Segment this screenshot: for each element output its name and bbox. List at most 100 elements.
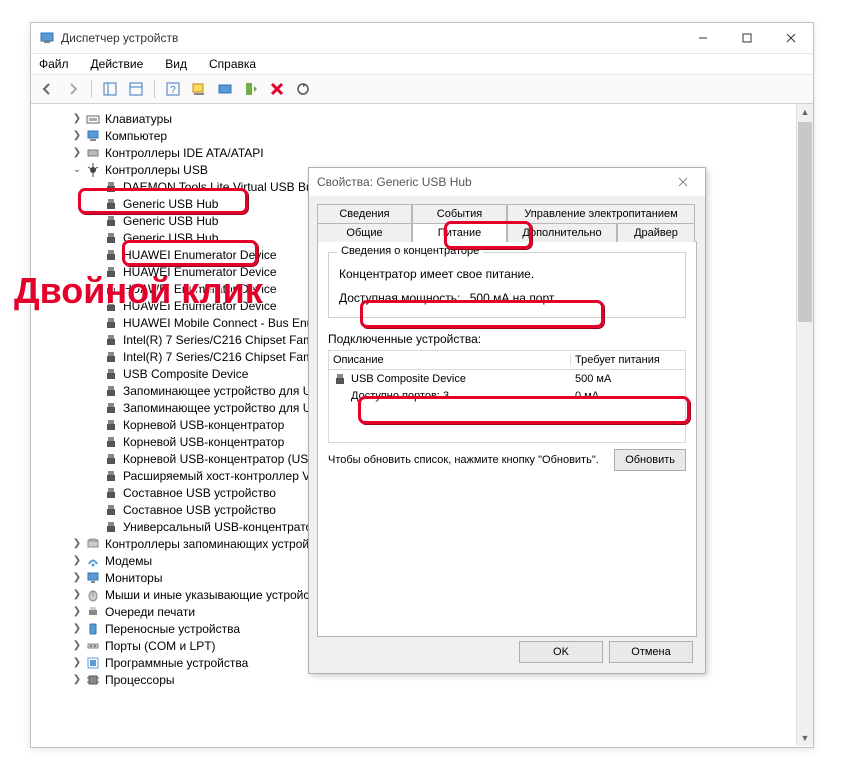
storage-icon xyxy=(85,536,101,552)
tree-node-label: Контроллеры IDE ATA/ATAPI xyxy=(103,146,266,160)
tree-node-label: Generic USB Hub xyxy=(121,231,220,245)
tree-node-label: Корневой USB-концентратор xyxy=(121,418,286,432)
usb-icon xyxy=(103,315,119,331)
app-icon xyxy=(39,30,55,46)
tree-twisty-icon[interactable]: ❯ xyxy=(71,606,83,617)
monitor-icon xyxy=(85,570,101,586)
usb-icon xyxy=(103,519,119,535)
device-list-row[interactable]: Доступно портов: 30 мА xyxy=(329,387,685,404)
tree-node-label: Клавиатуры xyxy=(103,112,174,126)
back-icon[interactable] xyxy=(37,79,57,99)
attached-devices-label: Подключенные устройства: xyxy=(328,332,686,346)
tree-twisty-icon[interactable]: ❯ xyxy=(71,623,83,634)
row-power: 500 мА xyxy=(571,373,685,385)
dialog-close-button[interactable] xyxy=(669,168,697,196)
usb-icon xyxy=(103,247,119,263)
enable-device-icon[interactable] xyxy=(241,79,261,99)
tab-power-management[interactable]: Управление электропитанием xyxy=(507,204,695,223)
usb-ctrl-icon xyxy=(85,162,101,178)
properties-icon[interactable] xyxy=(126,79,146,99)
menu-file[interactable]: Файл xyxy=(35,55,73,73)
tree-node-label: Составное USB устройство xyxy=(121,503,278,517)
tree-node-label: HUAWEI Enumerator Device xyxy=(121,299,279,313)
column-power-required[interactable]: Требует питания xyxy=(571,354,685,366)
keyboard-icon xyxy=(85,111,101,127)
close-button[interactable] xyxy=(769,23,813,53)
usb-icon xyxy=(333,372,347,386)
tree-node-label: Запоминающее устройство для USB xyxy=(121,401,329,415)
tree-node[interactable]: ❯ Компьютер xyxy=(31,127,813,144)
tree-twisty-icon[interactable]: ❯ xyxy=(71,640,83,651)
tree-node[interactable]: ❯ Контроллеры IDE ATA/ATAPI xyxy=(31,144,813,161)
dialog-title: Свойства: Generic USB Hub xyxy=(317,175,669,189)
scroll-thumb[interactable] xyxy=(798,122,812,322)
usb-icon xyxy=(103,502,119,518)
device-list[interactable]: USB Composite Device500 мАДоступно порто… xyxy=(328,370,686,443)
uninstall-device-icon[interactable] xyxy=(267,79,287,99)
tree-node-label: HUAWEI Enumerator Device xyxy=(121,282,279,296)
menu-action[interactable]: Действие xyxy=(87,55,148,73)
available-power-value: 500 мА на порт xyxy=(470,291,555,305)
tree-node-label: Переносные устройства xyxy=(103,622,242,636)
device-list-row[interactable]: USB Composite Device500 мА xyxy=(329,370,685,387)
dialog-tabs: Сведения События Управление электропитан… xyxy=(317,204,697,637)
update-driver-icon[interactable] xyxy=(215,79,235,99)
tree-twisty-icon[interactable]: ❯ xyxy=(71,113,83,124)
usb-icon xyxy=(103,451,119,467)
tree-twisty-icon[interactable]: ❯ xyxy=(71,674,83,685)
usb-icon xyxy=(103,196,119,212)
dialog-titlebar[interactable]: Свойства: Generic USB Hub xyxy=(309,168,705,196)
tree-twisty-icon[interactable]: ❯ xyxy=(71,130,83,141)
usb-icon xyxy=(103,230,119,246)
row-power: 0 мА xyxy=(571,390,685,402)
window-title: Диспетчер устройств xyxy=(61,31,681,45)
tree-twisty-icon[interactable]: ❯ xyxy=(71,538,83,549)
svg-text:?: ? xyxy=(170,85,176,96)
tree-twisty-icon[interactable]: ❯ xyxy=(71,657,83,668)
tab-advanced[interactable]: Дополнительно xyxy=(507,223,617,242)
device-list-header[interactable]: Описание Требует питания xyxy=(328,350,686,370)
help-icon[interactable]: ? xyxy=(163,79,183,99)
tree-node[interactable]: ❯ Клавиатуры xyxy=(31,110,813,127)
tree-node-label: Мониторы xyxy=(103,571,164,585)
tree-node-label: Составное USB устройство xyxy=(121,486,278,500)
forward-icon[interactable] xyxy=(63,79,83,99)
maximize-button[interactable] xyxy=(725,23,769,53)
computer-icon xyxy=(85,128,101,144)
usb-icon xyxy=(103,264,119,280)
usb-icon xyxy=(103,417,119,433)
tab-general[interactable]: Общие xyxy=(317,223,412,242)
ok-button[interactable]: OK xyxy=(519,641,603,663)
refresh-icon[interactable] xyxy=(293,79,313,99)
properties-dialog: Свойства: Generic USB Hub Сведения Событ… xyxy=(308,167,706,674)
tree-twisty-icon[interactable]: ❯ xyxy=(71,572,83,583)
refresh-hint: Чтобы обновить список, нажмите кнопку "О… xyxy=(328,454,606,466)
menu-help[interactable]: Справка xyxy=(205,55,260,73)
tree-node-label: Компьютер xyxy=(103,129,169,143)
window-titlebar[interactable]: Диспетчер устройств xyxy=(31,23,813,54)
tree-node-label: HUAWEI Enumerator Device xyxy=(121,248,279,262)
refresh-button[interactable]: Обновить xyxy=(614,449,686,471)
vertical-scrollbar[interactable]: ▲ ▼ xyxy=(796,104,813,746)
minimize-button[interactable] xyxy=(681,23,725,53)
tree-twisty-icon[interactable]: ❯ xyxy=(71,555,83,566)
scroll-up-icon[interactable]: ▲ xyxy=(797,104,813,120)
tree-node-label: Generic USB Hub xyxy=(121,214,220,228)
tree-twisty-icon[interactable]: ❯ xyxy=(71,589,83,600)
tree-twisty-icon[interactable]: ❯ xyxy=(71,147,83,158)
column-description[interactable]: Описание xyxy=(329,354,571,366)
tab-details[interactable]: Сведения xyxy=(317,204,412,223)
tab-driver[interactable]: Драйвер xyxy=(617,223,695,242)
tree-twisty-icon[interactable]: ⌄ xyxy=(71,164,83,175)
tree-node-label: Контроллеры USB xyxy=(103,163,210,177)
show-hide-tree-icon[interactable] xyxy=(100,79,120,99)
tab-events[interactable]: События xyxy=(412,204,507,223)
cancel-button[interactable]: Отмена xyxy=(609,641,693,663)
scroll-down-icon[interactable]: ▼ xyxy=(797,730,813,746)
tab-power[interactable]: Питание xyxy=(412,223,507,242)
usb-icon xyxy=(103,179,119,195)
usb-icon xyxy=(103,332,119,348)
scan-hardware-icon[interactable] xyxy=(189,79,209,99)
menu-view[interactable]: Вид xyxy=(161,55,191,73)
printer-icon xyxy=(85,604,101,620)
